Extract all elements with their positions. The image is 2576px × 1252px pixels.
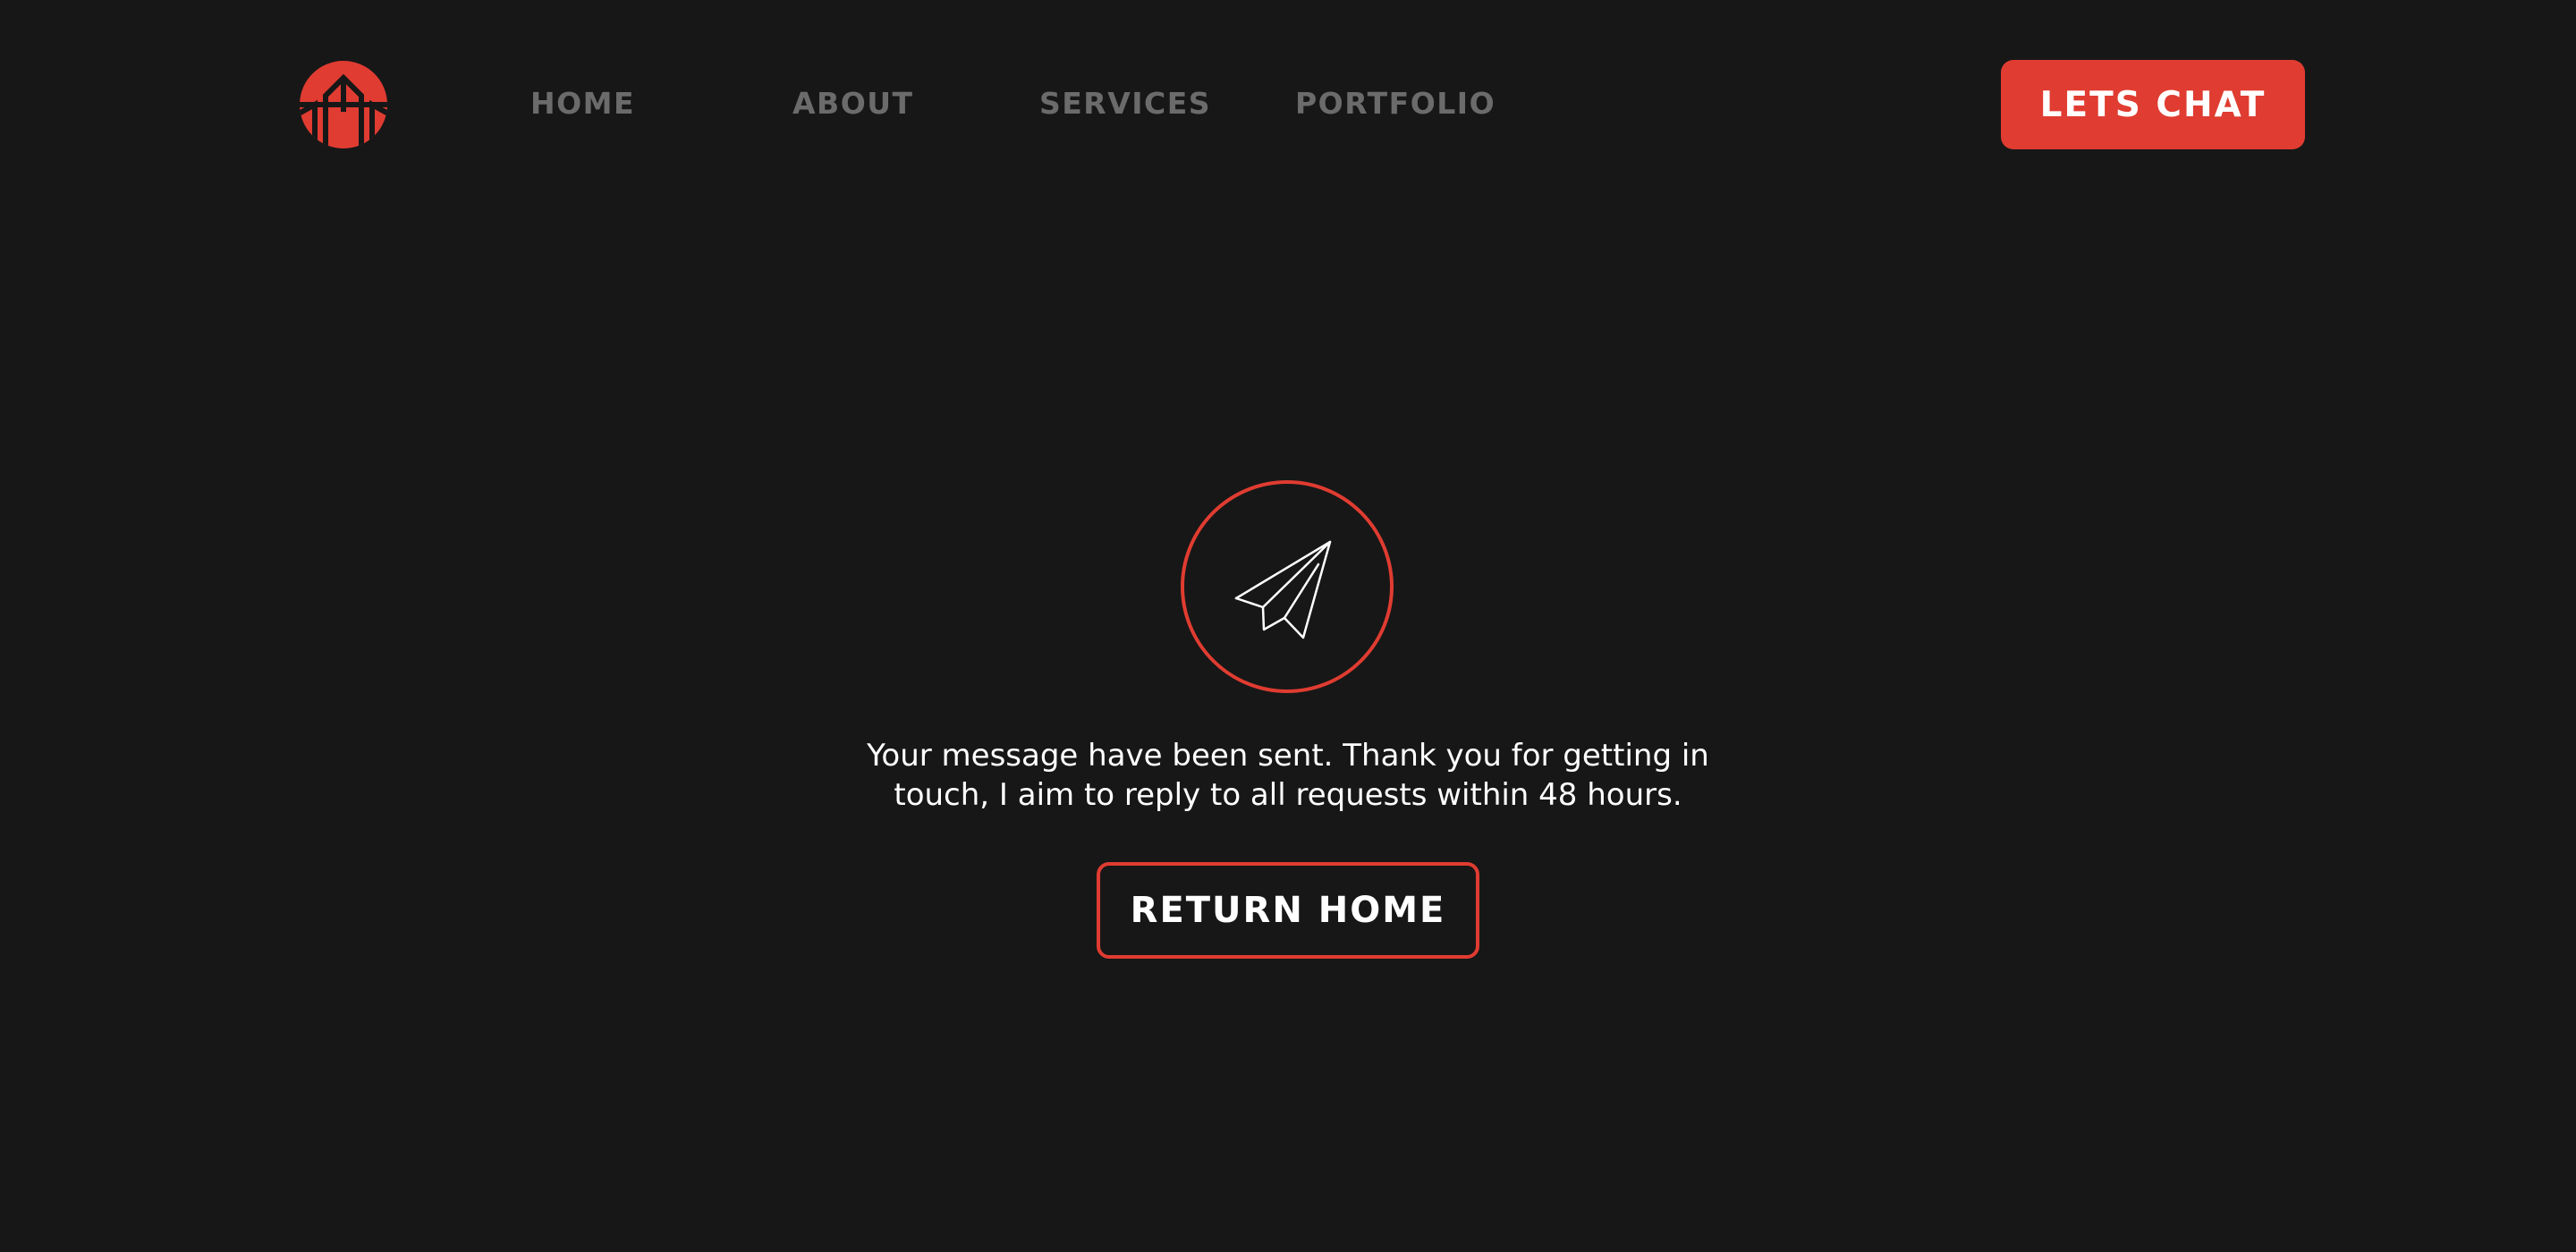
confirmation-message: Your message have been sent. Thank you f… [867,738,1709,813]
brand-logo-icon[interactable] [299,60,388,149]
sent-icon-circle [1181,480,1394,693]
nav-item-about[interactable]: ABOUT [792,84,914,123]
page: HOME ABOUT SERVICES PORTFOLIO LETS CHAT … [0,0,2576,1252]
nav-item-home[interactable]: HOME [530,84,635,123]
return-home-button[interactable]: RETURN HOME [1097,862,1479,959]
lets-chat-button[interactable]: LETS CHAT [2001,60,2305,149]
nav-item-portfolio[interactable]: PORTFOLIO [1295,84,1496,123]
nav-item-services[interactable]: SERVICES [1039,84,1211,123]
paper-plane-icon [1234,540,1332,639]
